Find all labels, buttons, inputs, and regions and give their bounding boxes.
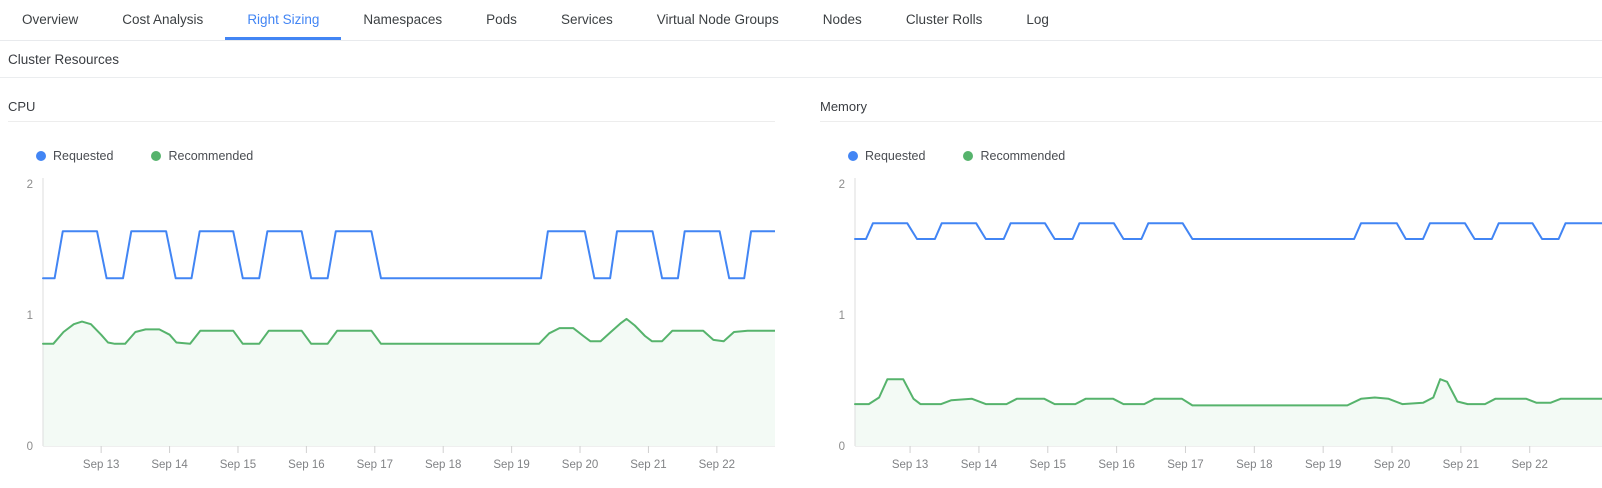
- memory-chart-canvas[interactable]: 0 1 2 Sep 13 Sep 14 Sep 15 Sep 16 Sep 17 Sep 18 S…: [820, 171, 1602, 473]
- svg-text:Sep 22: Sep 22: [699, 459, 735, 471]
- svg-text:Sep 22: Sep 22: [1511, 459, 1547, 471]
- legend-label: Recommended: [168, 149, 253, 163]
- memory-chart-legend: Requested Recommended: [848, 147, 1602, 165]
- svg-text:Sep 18: Sep 18: [425, 459, 461, 471]
- svg-text:Sep 16: Sep 16: [288, 459, 324, 471]
- tab-virtual-node-groups[interactable]: Virtual Node Groups: [635, 0, 801, 40]
- tab-pods[interactable]: Pods: [464, 0, 539, 40]
- section-title: Cluster Resources: [8, 52, 119, 67]
- tab-nodes[interactable]: Nodes: [801, 0, 884, 40]
- legend-item-recommended[interactable]: Recommended: [151, 149, 253, 163]
- cpu-chart-panel: CPU Requested Recommended 0 1 2 Sep 13 Sep 14 Se…: [8, 78, 775, 473]
- cluster-resources-charts: CPU Requested Recommended 0 1 2 Sep 13 Sep 14 Se…: [0, 78, 1602, 473]
- legend-label: Recommended: [980, 149, 1065, 163]
- tab-bar: OverviewCost AnalysisRight SizingNamespa…: [0, 0, 1602, 41]
- svg-text:Sep 17: Sep 17: [1167, 459, 1203, 471]
- svg-text:Sep 15: Sep 15: [220, 459, 256, 471]
- svg-text:Sep 19: Sep 19: [493, 459, 529, 471]
- svg-text:Sep 18: Sep 18: [1236, 459, 1272, 471]
- legend-dot-recommended-icon: [963, 151, 973, 161]
- svg-text:Sep 17: Sep 17: [357, 459, 393, 471]
- legend-item-requested[interactable]: Requested: [848, 149, 925, 163]
- svg-text:1: 1: [839, 310, 845, 322]
- memory-chart-panel: Memory Requested Recommended 0 1 2 Sep 13 Sep 1…: [820, 78, 1602, 473]
- memory-chart-title: Memory: [820, 99, 1602, 122]
- svg-text:Sep 21: Sep 21: [630, 459, 666, 471]
- svg-text:1: 1: [27, 310, 33, 322]
- cpu-chart-canvas[interactable]: 0 1 2 Sep 13 Sep 14 Sep 15 Sep 16 Sep 17 Sep 18 S…: [8, 171, 775, 473]
- svg-text:Sep 21: Sep 21: [1443, 459, 1479, 471]
- svg-text:Sep 19: Sep 19: [1305, 459, 1341, 471]
- legend-label: Requested: [53, 149, 113, 163]
- tab-cost-analysis[interactable]: Cost Analysis: [100, 0, 225, 40]
- legend-label: Requested: [865, 149, 925, 163]
- svg-text:2: 2: [839, 179, 845, 191]
- svg-text:0: 0: [839, 441, 845, 453]
- svg-text:0: 0: [27, 441, 33, 453]
- legend-dot-requested-icon: [848, 151, 858, 161]
- tab-log[interactable]: Log: [1004, 0, 1071, 40]
- svg-text:Sep 14: Sep 14: [151, 459, 188, 471]
- svg-text:Sep 13: Sep 13: [892, 459, 928, 471]
- svg-text:Sep 20: Sep 20: [562, 459, 598, 471]
- cpu-chart-legend: Requested Recommended: [36, 147, 775, 165]
- svg-text:Sep 14: Sep 14: [961, 459, 998, 471]
- svg-text:2: 2: [27, 179, 33, 191]
- legend-dot-recommended-icon: [151, 151, 161, 161]
- tab-right-sizing[interactable]: Right Sizing: [225, 0, 341, 40]
- tab-services[interactable]: Services: [539, 0, 635, 40]
- legend-item-requested[interactable]: Requested: [36, 149, 113, 163]
- svg-text:Sep 20: Sep 20: [1374, 459, 1410, 471]
- cpu-chart-title: CPU: [8, 99, 775, 122]
- section-header: Cluster Resources: [0, 41, 1602, 78]
- svg-text:Sep 13: Sep 13: [83, 459, 119, 471]
- tab-cluster-rolls[interactable]: Cluster Rolls: [884, 0, 1005, 40]
- tab-overview[interactable]: Overview: [0, 0, 100, 40]
- svg-text:Sep 16: Sep 16: [1098, 459, 1134, 471]
- svg-text:Sep 15: Sep 15: [1030, 459, 1066, 471]
- legend-dot-requested-icon: [36, 151, 46, 161]
- legend-item-recommended[interactable]: Recommended: [963, 149, 1065, 163]
- tab-namespaces[interactable]: Namespaces: [341, 0, 464, 40]
